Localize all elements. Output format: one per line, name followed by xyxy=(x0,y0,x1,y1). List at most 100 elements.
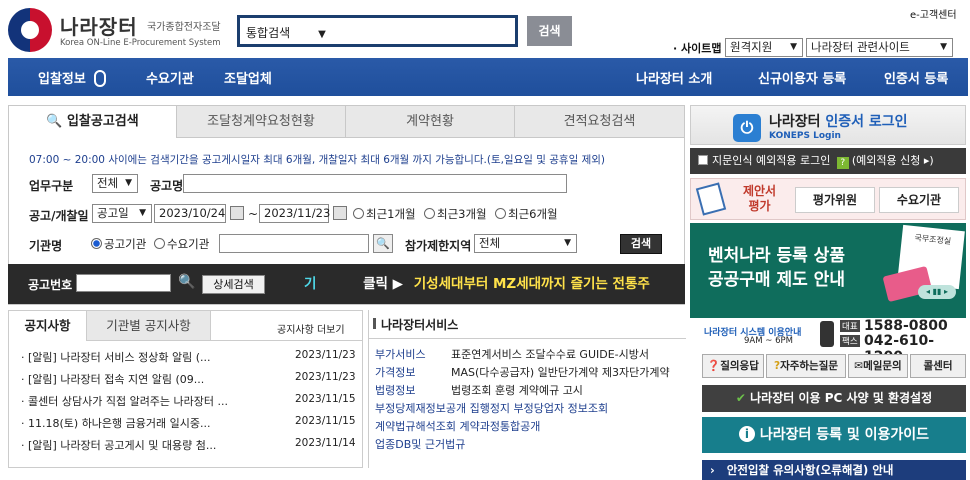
notice-name-input[interactable] xyxy=(183,174,567,193)
demand-agency-button[interactable]: 수요기관 xyxy=(879,187,959,213)
detail-search-button[interactable]: 상세검색 xyxy=(202,275,265,294)
agency-search-icon[interactable]: 🔍 xyxy=(373,234,393,253)
logo-english: Korea ON-Line E-Procurement System xyxy=(60,38,221,48)
service-links[interactable]: MAS(다수공급자) 일반단가계약 제3자단가계약 xyxy=(451,364,670,380)
notice-date: 2023/11/23 xyxy=(295,371,356,383)
proposal-eval-box: 제안서 평가 평가위원 수요기관 xyxy=(690,178,966,220)
tab-divider xyxy=(211,340,363,341)
evaluator-button[interactable]: 평가위원 xyxy=(795,187,875,213)
nav-bid-info[interactable]: 입찰정보 xyxy=(38,68,107,87)
mail-icon: ✉ xyxy=(854,360,864,372)
search-icon: 🔍 xyxy=(46,114,63,129)
more-notices-link[interactable]: 공지사항 더보기 xyxy=(277,321,345,336)
period-6m[interactable]: 최근6개월 xyxy=(495,206,558,222)
sitemap-link[interactable]: · 사이트맵 xyxy=(673,40,722,56)
safe-bid-button[interactable]: › 안전입찰 유의사항(오류해결) 안내 xyxy=(702,460,966,480)
date-from-input[interactable]: 2023/10/24 xyxy=(154,204,226,223)
related-sites-select[interactable]: 나라장터 관련사이트 ▼ xyxy=(806,38,953,57)
proposal-eval-label: 제안서 평가 xyxy=(742,184,777,213)
title-bar-icon xyxy=(373,318,376,329)
calendar-icon[interactable] xyxy=(230,206,244,220)
service-links[interactable]: 표준연계서비스 조달수수료 GUIDE-시방서 xyxy=(451,346,649,362)
period-1m[interactable]: 최근1개월 xyxy=(353,206,416,222)
contract-law-links[interactable]: 계약법규해석조회 계약과정통합공개 xyxy=(375,418,540,434)
period-3m[interactable]: 최근3개월 xyxy=(424,206,487,222)
check-icon: ✔ xyxy=(735,391,746,405)
customer-center-link[interactable]: e-고객센터 xyxy=(910,6,957,21)
phone-main: 1588-0800 xyxy=(864,318,948,334)
question-icon: ❓ xyxy=(707,360,721,372)
usage-guide-button[interactable]: i 나라장터 등록 및 이용가이드 xyxy=(702,417,966,453)
logo[interactable]: 나라장터 국가종합전자조달 Korea ON-Line E-Procuremen… xyxy=(8,8,228,52)
chevron-down-icon: ▼ xyxy=(125,178,132,188)
radio-icon xyxy=(353,208,364,219)
notice-item[interactable]: · 콜센터 상담사가 직접 알려주는 나라장터 ... xyxy=(21,393,228,409)
radio-icon xyxy=(91,238,102,249)
calendar-icon[interactable] xyxy=(333,206,347,220)
nav-new-user[interactable]: 신규이용자 등록 xyxy=(758,68,846,87)
nav-cert-register[interactable]: 인증서 등록 xyxy=(884,68,948,87)
industry-db-link[interactable]: 업종DB및 근거법규 xyxy=(375,436,465,452)
chevron-down-icon: ▼ xyxy=(139,208,146,218)
help-icon[interactable]: ? xyxy=(836,157,849,169)
nav-supplier[interactable]: 조달업체 xyxy=(224,68,272,87)
nav-demand-agency[interactable]: 수요기관 xyxy=(146,68,194,87)
faq-button[interactable]: ?자주하는질문 xyxy=(766,354,846,378)
global-search-button[interactable]: 검색 xyxy=(527,16,572,46)
bid-number-input[interactable] xyxy=(76,274,171,292)
search-scope-select[interactable]: 통합검색 ▼ xyxy=(246,24,326,41)
date-to-input[interactable]: 2023/11/23 xyxy=(259,204,330,223)
document-pen-icon xyxy=(695,182,727,216)
checkbox-icon[interactable] xyxy=(698,155,708,165)
qna-button[interactable]: ❓질의응답 xyxy=(702,354,764,378)
promo-marquee[interactable]: 기 클릭 ▶ 기성세대부터 MZ세대까지 즐기는 전통주 xyxy=(296,264,685,304)
power-icon: ⏻ xyxy=(733,114,761,142)
business-type-select[interactable]: 전체 ▼ xyxy=(92,174,138,193)
agency-type-demand[interactable]: 수요기관 xyxy=(154,236,209,252)
logo-subtitle: 국가종합전자조달 xyxy=(147,22,221,33)
divider xyxy=(369,338,686,339)
notice-date: 2023/11/15 xyxy=(295,393,356,405)
nav-about[interactable]: 나라장터 소개 xyxy=(636,68,712,87)
fingerprint-apply-link[interactable]: (예외적용 신청 ▸) xyxy=(852,154,934,167)
date-type-select[interactable]: 공고일 ▼ xyxy=(92,204,152,223)
tab-contract-request-status[interactable]: 조달청계약요청현황 xyxy=(177,106,346,138)
notice-date: 2023/11/23 xyxy=(295,349,356,361)
slide-controls[interactable]: ◂ ▮▮ ▸ xyxy=(918,285,956,299)
tab-quote-search[interactable]: 견적요청검색 xyxy=(515,106,684,138)
venture-ad-banner[interactable]: 벤처나라 등록 상품 공공구매 제도 안내 국무조정실 ◂ ▮▮ ▸ xyxy=(690,223,966,318)
service-label: 법령정보 xyxy=(375,384,416,397)
notice-item[interactable]: · 11.18(토) 하나은행 금융거래 일시중... xyxy=(21,415,211,431)
tab-contract-status[interactable]: 계약현황 xyxy=(346,106,515,138)
notice-item[interactable]: · [알림] 나라장터 공고게시 및 대용량 첨... xyxy=(21,437,216,453)
cert-login-button[interactable]: ⏻ 나라장터 인증서 로그인 KONEPS Login xyxy=(690,105,966,145)
pc-env-button[interactable]: ✔ 나라장터 이용 PC 사양 및 환경설정 xyxy=(702,385,966,412)
radio-icon xyxy=(495,208,506,219)
tab-agency-notices[interactable]: 기관별 공지사항 xyxy=(87,311,211,341)
service-label: 가격정보 xyxy=(375,366,416,379)
notice-panel: 공지사항 기관별 공지사항 공지사항 더보기 · [알림] 나라장터 서비스 정… xyxy=(8,310,363,468)
global-search-box[interactable]: 통합검색 ▼ xyxy=(237,15,518,47)
tab-bid-notice-search[interactable]: 🔍 입찰공고검색 xyxy=(9,106,177,138)
global-search-input[interactable] xyxy=(336,20,514,42)
chevron-down-icon: ▼ xyxy=(940,42,947,52)
search-icon[interactable]: 🔍 xyxy=(178,274,195,290)
agency-type-notice[interactable]: 공고기관 xyxy=(91,236,146,252)
remote-support-select[interactable]: 원격지원 ▼ xyxy=(725,38,803,57)
chevron-down-icon: ▼ xyxy=(318,29,326,40)
services-title: 나라장터서비스 xyxy=(373,316,458,333)
notice-item[interactable]: · [알림] 나라장터 접속 지연 알림 (09... xyxy=(21,371,204,387)
date-range-tilde: ~ xyxy=(248,207,259,221)
services-panel: 나라장터서비스 부가서비스 표준연계서비스 조달수수료 GUIDE-시방서 가격… xyxy=(368,310,686,468)
region-select[interactable]: 전체 ▼ xyxy=(474,234,577,253)
callcenter-button[interactable]: 콜센터 xyxy=(910,354,966,378)
mail-inquiry-button[interactable]: ✉메일문의 xyxy=(848,354,908,378)
bid-search-button[interactable]: 검색 xyxy=(620,234,662,254)
law-links[interactable]: 법령조회 훈령 계약예규 고시 xyxy=(451,382,583,398)
sanction-links[interactable]: 부정당제재정보공개 집행정지 부정당업자 정보조회 xyxy=(375,400,608,416)
agency-name-input[interactable] xyxy=(219,234,369,253)
tab-notices[interactable]: 공지사항 xyxy=(9,311,87,341)
callcenter-hours: 9AM ~ 6PM xyxy=(744,336,793,346)
notice-item[interactable]: · [알림] 나라장터 서비스 정상화 알림 (... xyxy=(21,349,211,365)
region-label: 참가제한지역 xyxy=(405,239,472,253)
